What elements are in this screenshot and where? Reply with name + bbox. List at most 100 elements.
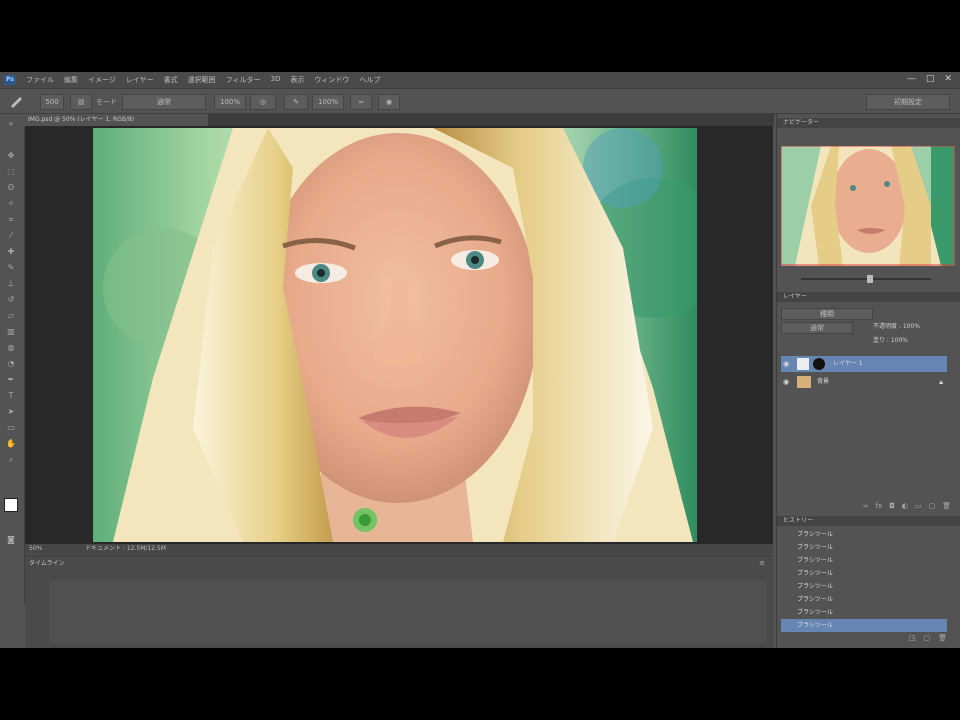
timeline-menu-icon[interactable]: ≡ [759,559,765,567]
layer-name[interactable]: レイヤー 1 [833,356,863,372]
fill-field[interactable]: 塗り : 100% [873,336,953,346]
healing-tool-icon[interactable]: ✚ [5,246,17,258]
blend-mode-select[interactable]: 通常 [781,322,853,334]
history-footer: ◳ ▢ 🗑︎ [897,634,947,644]
menu-edit[interactable]: 編集 [64,75,78,85]
layers-title[interactable]: レイヤー [777,292,960,302]
menu-layer[interactable]: レイヤー [126,75,154,85]
mode-label: モード [96,98,117,106]
collapse-icon[interactable]: » [5,118,17,130]
app-logo: Ps [4,75,16,85]
document-info[interactable]: ドキュメント : 12.5M/12.5M [85,544,166,554]
move-tool-icon[interactable]: ✥ [5,150,17,162]
brush-preset-picker[interactable]: 500 [40,94,64,110]
quick-mask-icon[interactable]: ◙ [5,534,17,546]
menu-type[interactable]: 書式 [164,75,178,85]
menu-window[interactable]: ウィンドウ [314,75,349,85]
workspace-select[interactable]: 初期設定 [866,94,950,110]
history-item[interactable]: ブラシツール [781,554,947,567]
history-title[interactable]: ヒストリー [777,516,960,526]
brush-panel-toggle-icon[interactable]: ▤ [70,94,92,110]
mode-select[interactable]: 通常 [122,94,206,110]
layer-name[interactable]: 背景 [817,374,829,390]
close-button[interactable]: ✕ [944,74,952,84]
gradient-tool-icon[interactable]: ▥ [5,326,17,338]
layers-footer: ∞ fx ◘ ◐ ▭ ▢ 🗑︎ [781,502,951,512]
new-layer-icon[interactable]: ▢ [928,502,935,512]
menu-file[interactable]: ファイル [26,75,54,85]
shape-tool-icon[interactable]: ▭ [5,422,17,434]
document-tab[interactable]: IMG.psd @ 50% (レイヤー 1, RGB/8) [24,114,208,126]
delete-state-icon[interactable]: 🗑︎ [938,634,947,644]
visibility-eye-icon[interactable]: ◉ [783,374,789,390]
link-layers-icon[interactable]: ∞ [863,502,869,512]
zoom-level[interactable]: 50% [29,544,42,554]
clone-stamp-tool-icon[interactable]: ⊥ [5,278,17,290]
layer-thumbnail [797,376,811,388]
eyedropper-tool-icon[interactable]: ⁄ [5,230,17,242]
navigator-thumbnail[interactable] [780,145,955,266]
type-tool-icon[interactable]: T [5,390,17,402]
minimize-button[interactable]: — [907,74,916,84]
adjustment-layer-icon[interactable]: ◐ [902,502,908,512]
photoshop-window: Ps ファイル 編集 イメージ レイヤー 書式 選択範囲 フィルター 3D 表示… [0,72,960,648]
history-item[interactable]: ブラシツール [781,567,947,580]
history-item[interactable]: ブラシツール [781,541,947,554]
history-item-selected[interactable]: ブラシツール [781,619,947,632]
layer-thumbnail [797,358,809,370]
timeline-panel: タイムライン ≡ [25,555,773,648]
menu-image[interactable]: イメージ [88,75,116,85]
new-document-icon[interactable]: ▢ [923,634,930,644]
navigator-zoom-slider[interactable] [781,274,955,284]
navigator-title[interactable]: ナビゲーター [777,118,960,128]
brush-tool-icon[interactable]: ✎ [5,262,17,274]
foreground-color-swatch[interactable] [4,498,18,512]
layer-filter-select[interactable]: 種類 [781,308,873,320]
airbrush-icon[interactable]: ✎ [284,94,308,110]
layer-row[interactable]: ◉ レイヤー 1 [781,356,947,372]
dodge-tool-icon[interactable]: ◔ [5,358,17,370]
new-snapshot-icon[interactable]: ◳ [909,634,916,644]
opacity-field[interactable]: 100% [214,94,246,110]
fx-icon[interactable]: fx [876,502,883,512]
timeline-title[interactable]: タイムライン [29,558,65,567]
path-select-tool-icon[interactable]: ➤ [5,406,17,418]
history-item[interactable]: ブラシツール [781,580,947,593]
flow-field[interactable]: 100% [312,94,344,110]
brush-tool-icon[interactable] [8,94,24,108]
opacity-pressure-icon[interactable]: ◎ [250,94,276,110]
history-item[interactable]: ブラシツール [781,593,947,606]
timeline-track[interactable] [49,580,767,644]
quick-select-tool-icon[interactable]: ✧ [5,198,17,210]
layer-row[interactable]: ◉ 背景 🔒︎ [781,374,947,390]
delete-layer-icon[interactable]: 🗑︎ [942,502,951,512]
portrait-photo[interactable] [93,128,697,542]
blur-tool-icon[interactable]: ◍ [5,342,17,354]
new-group-icon[interactable]: ▭ [915,502,922,512]
lasso-tool-icon[interactable]: ʘ [5,182,17,194]
size-pressure-icon[interactable]: ◉ [378,94,400,110]
hand-tool-icon[interactable]: ✋ [5,438,17,450]
visibility-eye-icon[interactable]: ◉ [783,356,789,372]
crop-tool-icon[interactable]: ⌗ [5,214,17,226]
add-mask-icon[interactable]: ◘ [889,502,895,512]
opacity-field[interactable]: 不透明度 : 100% [873,322,953,332]
menu-3d[interactable]: 3D [271,75,281,85]
history-item[interactable]: ブラシツール [781,528,947,541]
history-brush-tool-icon[interactable]: ↺ [5,294,17,306]
pen-tool-icon[interactable]: ✒ [5,374,17,386]
menu-select[interactable]: 選択範囲 [188,75,216,85]
menu-view[interactable]: 表示 [290,75,304,85]
zoom-tool-icon[interactable]: ⌕ [5,454,17,466]
flow-icon[interactable]: ≈ [350,94,372,110]
toolbox: » ✥ ⬚ ʘ ✧ ⌗ ⁄ ✚ ✎ ⊥ ↺ ▱ ▥ ◍ ◔ ✒ T ➤ ▭ ✋ … [0,114,25,604]
eraser-tool-icon[interactable]: ▱ [5,310,17,322]
history-item[interactable]: ブラシツール [781,606,947,619]
maximize-button[interactable]: □ [926,74,935,84]
lock-icon: 🔒︎ [939,378,943,386]
menu-filter[interactable]: フィルター [226,75,261,85]
layer-mask-thumbnail[interactable] [813,358,825,370]
marquee-tool-icon[interactable]: ⬚ [5,166,17,178]
canvas-area[interactable] [25,126,773,544]
menu-help[interactable]: ヘルプ [359,75,380,85]
